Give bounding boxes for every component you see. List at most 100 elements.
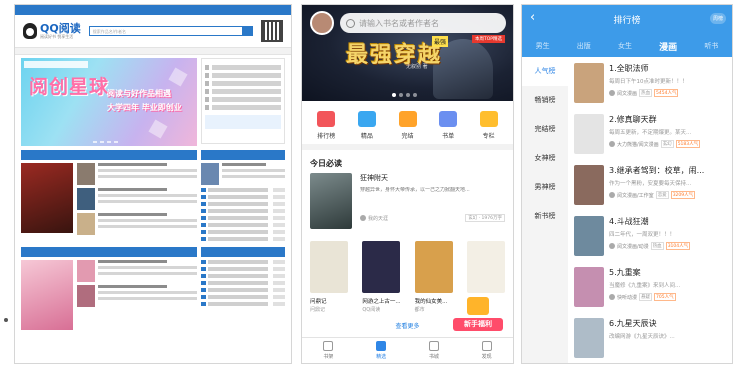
ranking-tab-听书[interactable]: 听书 xyxy=(704,41,718,51)
carousel-dots[interactable] xyxy=(93,141,118,143)
book-cover[interactable] xyxy=(77,213,95,235)
list-item[interactable]: 2.修真聊天群 每周五更新，不定期爆更。某天... 大力熊猫/阅文漫画 玄幻 5183人… xyxy=(574,108,728,159)
ranking-tab-出版[interactable]: 出版 xyxy=(577,41,591,51)
category-icon xyxy=(439,111,458,127)
item-meta: 阅文漫画 热血 5454人气 xyxy=(609,89,728,97)
tab-书城[interactable]: 书城 xyxy=(428,341,439,360)
ranking-type-新书榜[interactable]: 新书榜 xyxy=(522,202,568,231)
bottom-tab-bar: 书架 精选 书城 发现 xyxy=(302,337,513,363)
ranking-tab-男生[interactable]: 男生 xyxy=(536,41,550,51)
category-排行榜[interactable]: 排行榜 xyxy=(317,111,335,140)
rank-list[interactable] xyxy=(201,188,285,241)
gift-icon xyxy=(467,297,489,315)
top-bar xyxy=(15,5,291,15)
newbie-gift-floater[interactable]: 新手福利 xyxy=(453,297,503,331)
book-cover[interactable] xyxy=(77,188,95,210)
featured-books-section xyxy=(21,150,197,244)
tab-书架[interactable]: 书架 xyxy=(323,341,333,360)
book-name: 网游之上古一... xyxy=(362,299,401,305)
category-icon xyxy=(479,111,498,127)
featured-book-cover[interactable] xyxy=(310,173,352,229)
featured-book-desc: 穿越异世，身怀大帝传承，以一己之力掀翻天地... xyxy=(360,187,470,193)
list-item[interactable]: 5.九重案 当魔修《九重案》来到人间... 快听动漫 悬疑 705人气 xyxy=(574,261,728,312)
category-完结[interactable]: 完结 xyxy=(398,111,417,140)
book-cover[interactable] xyxy=(77,285,95,307)
book-cover[interactable] xyxy=(77,260,95,282)
ranking-type-男神榜[interactable]: 男神榜 xyxy=(522,173,568,202)
book-cover[interactable] xyxy=(201,163,219,185)
list-item[interactable]: 4.斗战狂潮 四二年代，一周双更！！！ 阅文漫画/动漫 热血 3104人气 xyxy=(574,210,728,261)
list-item[interactable]: 3.继承者驾到：校草，闹... 作为一个黑粉，安夏要每天保持... 阅文漫画/工作室… xyxy=(574,159,728,210)
tab-精选[interactable]: 精选 xyxy=(376,341,386,360)
promo-banner[interactable]: 最强穿越 最强 无叙别 著 请输入书名或者作者名 本周TOP精选 xyxy=(302,5,513,101)
ranking-tab-女生[interactable]: 女生 xyxy=(618,41,632,51)
qq-reading-logo[interactable]: QQ阅读 阅读好书 悦享生活 xyxy=(23,23,81,40)
screenshot-composite: QQ阅读 阅读好书 悦享生活 搜索作品名/作者名 阅创星球 阅读与好作品相遇 大… xyxy=(0,0,739,367)
mobile-home-panel: 最强穿越 最强 无叙别 著 请输入书名或者作者名 本周TOP精选 排行榜 精品 完结… xyxy=(301,4,514,364)
book-author: 问鼎记 xyxy=(310,307,326,313)
search-placeholder: 请输入书名或者作者名 xyxy=(359,18,439,28)
list-item[interactable]: 1.全职法师 每周日下午10点准时更新！！！ 阅文漫画 热血 5454人气 xyxy=(574,57,728,108)
ranking-type-人气榜[interactable]: 人气榜 xyxy=(522,57,568,86)
comic-cover[interactable] xyxy=(574,165,604,205)
item-popularity: 3104人气 xyxy=(665,242,691,250)
period-dropdown[interactable]: 周榜 xyxy=(709,13,726,24)
comic-cover[interactable] xyxy=(574,267,604,307)
banner-brand-strip xyxy=(24,61,88,68)
search-input[interactable]: 搜索作品名/作者名 xyxy=(90,27,242,35)
list-item[interactable]: 6.九星天辰诀 改编网游《九星天辰诀》... xyxy=(574,312,728,363)
featured-book-tag: 玄幻 · 1976万字 xyxy=(465,214,505,222)
user-avatar[interactable] xyxy=(310,11,334,35)
category-icon xyxy=(357,111,376,127)
featured-book[interactable]: 狂神附天 穿越异世，身怀大帝传承，以一己之力掀翻天地... 我的天涯 玄幻 · … xyxy=(302,173,513,229)
author-entry[interactable] xyxy=(205,115,281,129)
ranking-category-tabs: 男生 出版 女生 漫画 听书 xyxy=(522,35,732,57)
search-button[interactable] xyxy=(242,27,252,35)
comic-cover[interactable] xyxy=(574,318,604,358)
item-desc: 每周五更新，不定期爆更。某天... xyxy=(609,130,692,136)
ranking-type-畅销榜[interactable]: 畅销榜 xyxy=(522,86,568,115)
category-书单[interactable]: 书单 xyxy=(439,111,458,140)
comic-cover[interactable] xyxy=(574,114,604,154)
book-cover[interactable] xyxy=(466,241,505,293)
author-icon xyxy=(609,192,615,198)
rank-list[interactable] xyxy=(201,260,285,306)
item-meta: 阅文漫画/工作室 恋爱 3209人气 xyxy=(609,191,728,199)
ranking-type-女神榜[interactable]: 女神榜 xyxy=(522,144,568,173)
category-label: 专栏 xyxy=(482,133,495,140)
category-精品[interactable]: 精品 xyxy=(357,111,376,140)
hero-banner[interactable]: 阅创星球 阅读与好作品相遇 大学四年 毕业即创业 xyxy=(21,58,197,146)
ranking-type-sidebar: 人气榜 畅销榜 完结榜 女神榜 男神榜 新书榜 xyxy=(522,57,568,363)
book-cover[interactable] xyxy=(310,241,348,293)
comic-cover[interactable] xyxy=(574,63,604,103)
item-info: 5.九重案 当魔修《九重案》来到人间... 快听动漫 悬疑 705人气 xyxy=(609,267,728,312)
book-cover[interactable] xyxy=(21,260,73,330)
banner-subline-2: 大学四年 毕业即创业 xyxy=(107,103,182,112)
section-title: 今日必读 xyxy=(310,159,342,168)
book-cover[interactable] xyxy=(77,163,95,185)
book-card[interactable]: 问鼎记 问鼎记 xyxy=(310,241,348,313)
ranking-type-完结榜[interactable]: 完结榜 xyxy=(522,115,568,144)
tab-发现[interactable]: 发现 xyxy=(481,341,492,360)
book-card[interactable]: 网游之上古一... QQ阅读 xyxy=(362,241,401,313)
site-header: QQ阅读 阅读好书 悦享生活 搜索作品名/作者名 xyxy=(15,15,291,47)
ranking-tab-漫画[interactable]: 漫画 xyxy=(659,40,677,53)
category-专栏[interactable]: 专栏 xyxy=(479,111,498,140)
search-bar[interactable]: 请输入书名或者作者名 xyxy=(340,13,506,33)
book-cover[interactable] xyxy=(414,241,453,293)
item-meta: 快听动漫 悬疑 705人气 xyxy=(609,293,728,301)
tab-label: 精选 xyxy=(376,354,387,360)
comic-cover[interactable] xyxy=(574,216,604,256)
category-grid: 排行榜 精品 完结 书单 专栏 xyxy=(302,101,513,150)
item-author: 大力熊猫/阅文漫画 xyxy=(617,141,659,148)
category-icon xyxy=(398,111,417,127)
featured-book-author: 我的天涯 xyxy=(368,215,389,222)
book-cover[interactable] xyxy=(21,163,73,233)
carousel-dots[interactable] xyxy=(392,93,417,97)
book-card[interactable]: 我的仙女美... 都市 xyxy=(414,241,453,313)
ranking-panel: ‹ 排行榜 周榜 男生 出版 女生 漫画 听书 人气榜 畅销榜 完结榜 女神榜 男神榜 新书榜 1… xyxy=(521,4,733,364)
tab-label: 书架 xyxy=(323,354,334,360)
book-cover[interactable] xyxy=(362,241,401,293)
book-author: QQ阅读 xyxy=(362,307,381,313)
section-header xyxy=(21,249,197,257)
